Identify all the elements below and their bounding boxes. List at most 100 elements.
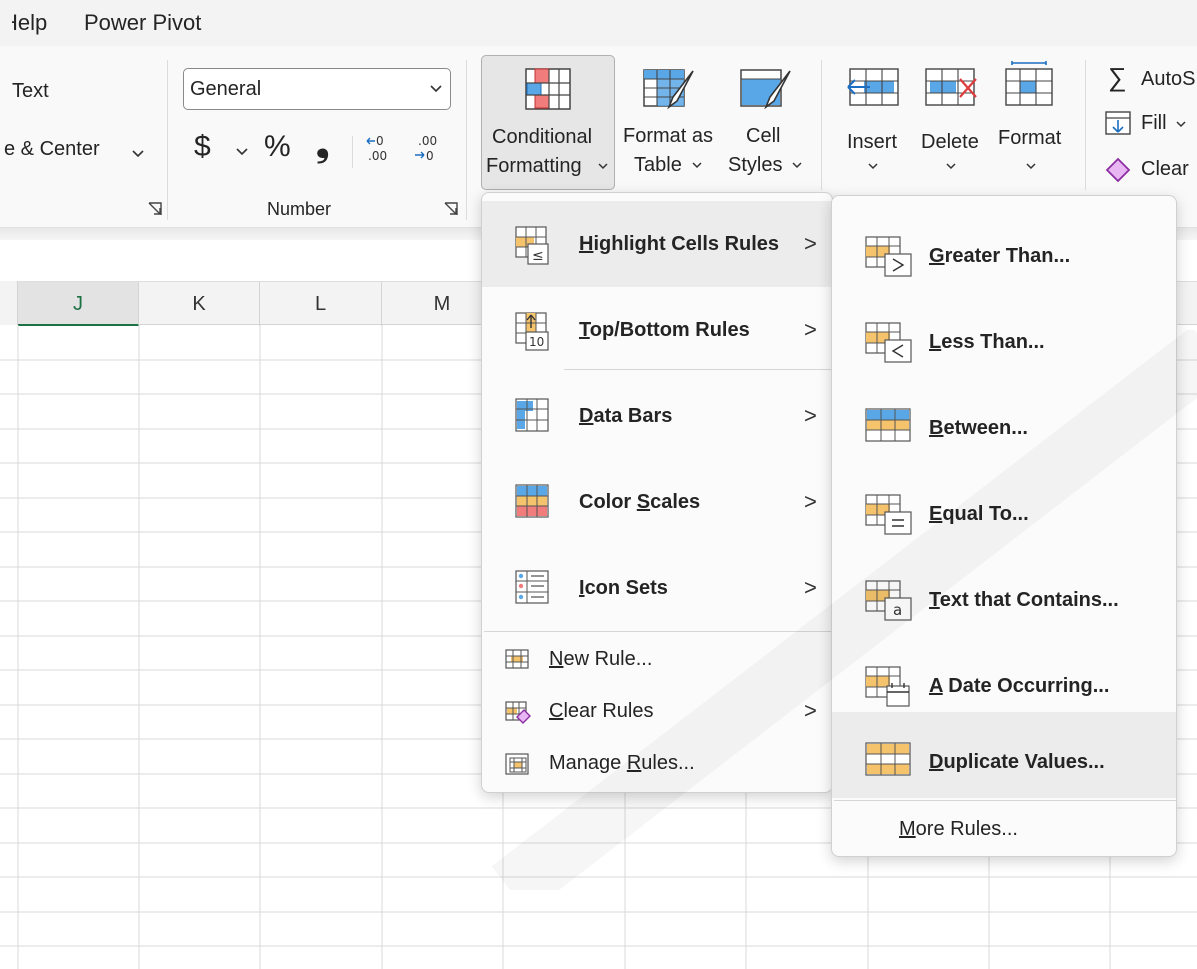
clear-rules-icon: [505, 701, 531, 724]
label-start: Manage: [549, 752, 627, 774]
format-as-table-icon: [643, 69, 694, 110]
submenu-item-equal-to[interactable]: Equal To...: [832, 464, 1176, 550]
label-start: Color: [579, 491, 637, 513]
submenu-item-less-than[interactable]: Less Than...: [832, 292, 1176, 378]
menu-item-icon-sets[interactable]: Icon Sets >: [482, 545, 832, 631]
chevron-down-icon: [692, 162, 702, 169]
menu-item-top-bottom-rules[interactable]: 10 Top/Bottom Rules >: [482, 287, 832, 373]
duplicate-values-icon: [865, 742, 911, 776]
data-bars-icon: [515, 398, 549, 432]
label-rest: op/Bottom Rules: [589, 319, 750, 341]
clear-button[interactable]: Clear: [1141, 158, 1189, 181]
svg-text:a: a: [893, 601, 902, 619]
chevron-down-icon: [792, 162, 802, 169]
greater-than-label: Greater Than...: [929, 245, 1070, 268]
label-rest: ules...: [641, 752, 695, 774]
label-rest: reater Than...: [944, 245, 1071, 267]
format-as-table-button[interactable]: Format as Table: [620, 55, 720, 190]
insert-label: Insert: [847, 131, 898, 153]
number-format-value: General: [190, 78, 262, 100]
icon-sets-label: Icon Sets: [579, 577, 668, 600]
menu-item-color-scales[interactable]: Color Scales >: [482, 459, 832, 545]
tab-power-pivot[interactable]: Power Pivot: [84, 10, 201, 36]
comma-style-button[interactable]: ❟: [316, 126, 329, 165]
submenu-item-more-rules[interactable]: More Rules...: [832, 804, 1176, 854]
hotkey-l: L: [929, 331, 942, 353]
more-rules-label: More Rules...: [899, 818, 1018, 841]
date-occurring-icon: [865, 666, 910, 707]
label-rest: cales: [650, 491, 701, 513]
number-format-select[interactable]: General: [183, 68, 451, 110]
highlight-cells-submenu: Greater Than... Less Than... Between... …: [831, 195, 1177, 857]
submenu-item-greater-than[interactable]: Greater Than...: [832, 206, 1176, 292]
wrap-text-button[interactable]: Text: [12, 80, 49, 103]
merge-center-button[interactable]: e & Center: [4, 138, 100, 161]
menu-divider: [834, 800, 1176, 801]
chevron-right-icon: >: [804, 575, 817, 600]
svg-text:.00: .00: [418, 134, 437, 148]
between-icon: [865, 408, 911, 442]
submenu-item-text-contains[interactable]: a Text that Contains...: [832, 550, 1176, 636]
cell-styles-button[interactable]: Cell Styles: [722, 55, 810, 190]
manage-rules-label: Manage Rules...: [549, 752, 695, 775]
label-rest: ess Than...: [941, 331, 1045, 353]
format-cells-icon: [1005, 61, 1053, 106]
currency-button[interactable]: $: [194, 130, 211, 164]
top-bottom-rules-label: Top/Bottom Rules: [579, 319, 750, 342]
svg-text:≤: ≤: [532, 248, 544, 264]
delete-label: Delete: [921, 131, 979, 153]
menu-item-manage-rules[interactable]: Manage Rules...: [482, 739, 832, 791]
chevron-right-icon: >: [804, 231, 817, 256]
new-rule-label: New Rule...: [549, 648, 652, 671]
color-scales-label: Color Scales: [579, 491, 700, 514]
svg-text:0: 0: [376, 134, 384, 148]
menu-item-new-rule[interactable]: New Rule...: [482, 635, 832, 687]
alignment-launcher-icon[interactable]: [148, 202, 162, 216]
cell-styles-line2: Styles: [728, 154, 783, 176]
cell-styles-line1: Cell: [746, 125, 781, 147]
menu-item-highlight-cells-rules[interactable]: ≤ Highlight Cells Rules >: [482, 201, 832, 287]
chevron-down-icon: [946, 163, 956, 170]
label-rest: uplicate Values...: [943, 751, 1105, 773]
merge-dropdown-icon[interactable]: [132, 150, 144, 158]
format-button[interactable]: Format: [994, 55, 1070, 190]
svg-text:10: 10: [529, 335, 544, 349]
text-contains-label: Text that Contains...: [929, 589, 1119, 612]
between-label: Between...: [929, 417, 1028, 440]
column-header-l[interactable]: L: [260, 282, 382, 326]
decrease-decimal-icon[interactable]: .00 0: [412, 132, 442, 164]
currency-dropdown-icon[interactable]: [236, 148, 248, 156]
chevron-right-icon: >: [804, 489, 817, 514]
cell-styles-icon: [740, 69, 791, 110]
percent-button[interactable]: %: [264, 130, 291, 164]
highlight-cells-rules-label: Highlight Cells Rules: [579, 233, 779, 256]
hotkey-e: E: [929, 503, 943, 525]
menu-item-clear-rules[interactable]: Clear Rules >: [482, 687, 832, 739]
submenu-item-duplicate-values[interactable]: Duplicate Values...: [832, 712, 1176, 798]
highlight-cells-rules-icon: ≤: [515, 226, 549, 265]
group-separator: [167, 60, 168, 220]
fill-button[interactable]: Fill: [1141, 112, 1167, 135]
column-header-k[interactable]: K: [139, 282, 260, 326]
menu-item-data-bars[interactable]: Data Bars >: [482, 373, 832, 459]
clear-rules-label: Clear Rules: [549, 700, 654, 723]
increase-decimal-icon[interactable]: 0 .00: [366, 132, 396, 164]
conditional-formatting-button[interactable]: Conditional Formatting: [481, 55, 615, 190]
equal-to-label: Equal To...: [929, 503, 1029, 526]
group-separator: [821, 60, 822, 190]
chevron-down-icon: [868, 163, 878, 170]
cf-label-line1: Conditional: [492, 126, 593, 148]
insert-button[interactable]: Insert: [838, 55, 910, 190]
delete-button[interactable]: Delete: [914, 55, 990, 190]
number-launcher-icon[interactable]: [444, 202, 458, 216]
label-rest: Date Occurring...: [942, 675, 1110, 697]
autosum-button[interactable]: AutoS: [1141, 68, 1195, 91]
label-rest: lear Rules: [563, 700, 654, 722]
column-header-j[interactable]: J: [18, 282, 139, 326]
less-than-icon: [865, 322, 912, 363]
cf-label-line2: Formatting: [486, 155, 582, 177]
submenu-item-date-occurring[interactable]: A Date Occurring...: [832, 636, 1176, 722]
conditional-formatting-menu: ≤ Highlight Cells Rules > 10 Top/Bottom …: [481, 192, 833, 793]
chevron-right-icon: >: [804, 698, 817, 723]
submenu-item-between[interactable]: Between...: [832, 378, 1176, 464]
